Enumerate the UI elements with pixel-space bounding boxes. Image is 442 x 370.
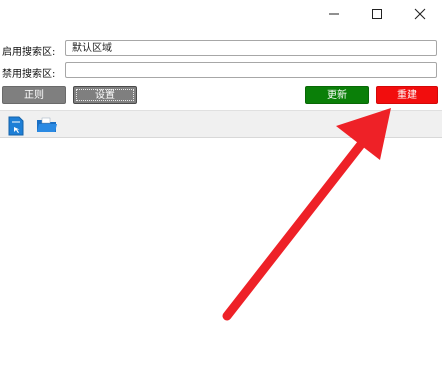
rebuild-button[interactable]: 重建 xyxy=(376,86,438,104)
folder-icon xyxy=(37,117,57,132)
enabled-area-label: 启用搜索区: xyxy=(2,47,56,58)
toolbar xyxy=(0,110,442,138)
disabled-area-label: 禁用搜索区: xyxy=(2,69,56,80)
settings-button-label: 设置 xyxy=(76,89,134,101)
enabled-area-input[interactable]: 默认区域 xyxy=(65,40,437,56)
maximize-button[interactable] xyxy=(365,4,389,24)
settings-button[interactable]: 设置 xyxy=(73,86,137,104)
document-button[interactable] xyxy=(8,116,24,139)
disabled-area-input[interactable] xyxy=(65,62,437,78)
regex-button[interactable]: 正则 xyxy=(2,86,66,104)
minimize-button[interactable] xyxy=(322,4,346,24)
disabled-area-row: 禁用搜索区: xyxy=(0,62,442,80)
open-folder-button[interactable] xyxy=(36,116,58,137)
update-button[interactable]: 更新 xyxy=(305,86,369,104)
document-icon xyxy=(8,116,24,136)
close-button[interactable] xyxy=(408,4,432,24)
enabled-area-row: 启用搜索区: 默认区域 xyxy=(0,40,442,58)
minimize-icon xyxy=(329,13,339,15)
close-icon xyxy=(414,8,426,20)
maximize-icon xyxy=(372,9,382,19)
app-window: 启用搜索区: 默认区域 禁用搜索区: 正则 设置 更新 重建 xyxy=(0,0,442,370)
